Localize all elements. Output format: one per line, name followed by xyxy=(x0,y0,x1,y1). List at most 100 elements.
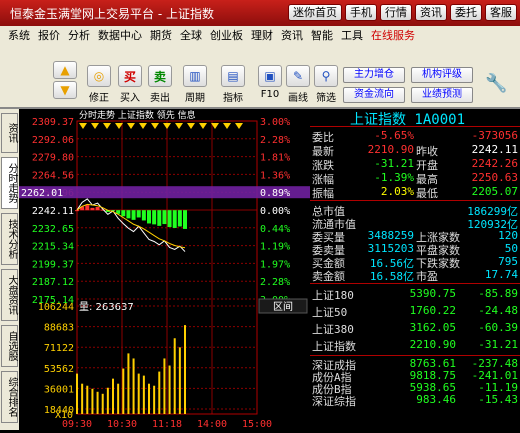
tab-watchlist[interactable]: 自选股 xyxy=(1,325,18,367)
strength-bar xyxy=(162,210,167,225)
time-tick-label: 11:18 xyxy=(152,419,182,430)
order-button[interactable]: 委托 xyxy=(450,4,482,21)
index-price: 983.46 xyxy=(416,393,456,406)
price-tick-label: 2264.56 xyxy=(32,170,74,181)
sell-label: 卖出 xyxy=(150,93,170,104)
toolbar-f10[interactable]: ▣ F10 xyxy=(255,65,285,100)
menu-bar: 系统 报价 分析 数据中心 期货 全球 创业板 理财 资讯 智能 工具 在线服务 xyxy=(0,26,520,43)
divider xyxy=(310,283,520,284)
mini-home-button[interactable]: 迷你首页 xyxy=(288,4,342,21)
index-name: 上证180 xyxy=(312,289,354,302)
price-tick-label: 2215.34 xyxy=(32,242,74,253)
menu-data-center[interactable]: 数据中心 xyxy=(98,27,142,43)
filter-label: 筛选 xyxy=(316,93,336,104)
tab-technical[interactable]: 技术分析 xyxy=(1,213,18,265)
volume-bar xyxy=(178,347,181,414)
price-tick-label: 2279.80 xyxy=(32,153,74,164)
menu-wealth[interactable]: 理财 xyxy=(251,27,273,43)
intraday-chart[interactable]: 分时走势 上证指数 领先 信息 2309.37 3.00% 2292.06 2.28% 2… xyxy=(19,109,310,430)
toolbar-sell[interactable]: 卖 卖出 xyxy=(145,65,175,104)
price-tick-label: 2232.65 xyxy=(32,224,74,235)
quote-value: 2.03% xyxy=(380,185,414,198)
stat-value: 3488259 xyxy=(367,229,414,242)
pct-tick-label: 2.28% xyxy=(260,277,290,288)
volume-bar xyxy=(101,393,104,414)
fund-flow-select[interactable]: 资金流向 xyxy=(343,87,405,103)
event-marker xyxy=(79,123,87,129)
time-tick-label: 10:30 xyxy=(107,419,137,430)
volume-bar xyxy=(86,385,89,414)
quote-value: 2242.11 xyxy=(471,143,518,156)
stat-value: 3115203 xyxy=(367,242,414,255)
menu-smart[interactable]: 智能 xyxy=(311,27,333,43)
service-button[interactable]: 客服 xyxy=(485,4,517,21)
menu-gem[interactable]: 创业板 xyxy=(210,27,243,43)
menu-global[interactable]: 全球 xyxy=(180,27,202,43)
index-price: 2210.90 xyxy=(409,338,456,351)
strength-bar xyxy=(95,206,100,211)
f10-icon: ▣ xyxy=(258,65,282,87)
tab-news[interactable]: 资讯 xyxy=(1,113,18,153)
toolbar-indicator[interactable]: ▤ 指标 xyxy=(218,65,248,104)
volume-bar xyxy=(76,373,78,414)
chart-svg[interactable]: 分时走势 上证指数 领先 信息 2309.37 3.00% 2292.06 2.28% 2… xyxy=(19,109,310,430)
menu-tools[interactable]: 工具 xyxy=(341,27,363,43)
index-change: -60.39 xyxy=(478,321,518,334)
menu-futures[interactable]: 期货 xyxy=(150,27,172,43)
forecast-select[interactable]: 业绩预测 xyxy=(411,87,473,103)
strength-bar xyxy=(147,210,151,224)
vol-tick-label: 71122 xyxy=(44,343,74,354)
price-tick-label: 2292.06 xyxy=(32,135,74,146)
menu-news[interactable]: 资讯 xyxy=(281,27,303,43)
title-buttons: 迷你首页 手机 行情 资讯 委托 客服 xyxy=(285,4,517,21)
toolbar-period[interactable]: ▥ 周期 xyxy=(180,65,210,104)
rating-select[interactable]: 机构评级 xyxy=(411,67,473,83)
pct-tick-label: 1.19% xyxy=(260,242,290,253)
index-price: 3162.05 xyxy=(409,321,456,334)
toolbar-fix[interactable]: ◎ 修正 xyxy=(84,65,114,104)
menu-online-service[interactable]: 在线服务 xyxy=(371,27,415,43)
volume-bar xyxy=(168,365,171,414)
quote-value: 2250.63 xyxy=(471,171,518,184)
tab-ranking[interactable]: 综合排名 xyxy=(1,371,18,423)
event-marker xyxy=(139,123,147,129)
stat-value: 17.74 xyxy=(484,268,518,281)
index-name: 上证指数 xyxy=(312,340,356,353)
pct-tick-label: 0.00% xyxy=(260,206,290,217)
main-force-select[interactable]: 主力增仓 xyxy=(343,67,405,83)
index-name: 上证380 xyxy=(312,323,354,336)
tab-intraday[interactable]: 分时走势 xyxy=(1,157,18,209)
crosshair-price: 2262.01 xyxy=(21,188,63,199)
up-arrow-icon[interactable]: ▲ xyxy=(53,61,77,79)
toolbar-buy[interactable]: 买 买入 xyxy=(115,65,145,104)
index-change: -31.21 xyxy=(478,338,518,351)
strength-bar xyxy=(131,210,136,220)
quotes-button[interactable]: 行情 xyxy=(380,4,412,21)
menu-quotes[interactable]: 报价 xyxy=(38,27,60,43)
title-bar: 恒泰金玉满堂网上交易平台 - 上证指数 迷你首页 手机 行情 资讯 委托 客服 xyxy=(0,0,520,26)
menu-system[interactable]: 系统 xyxy=(8,27,30,43)
price-tick-label: 2187.12 xyxy=(32,277,74,288)
divider xyxy=(310,126,520,127)
down-arrow-icon[interactable]: ▼ xyxy=(53,81,77,99)
volume-bar xyxy=(106,387,109,414)
tab-market-news[interactable]: 大盘资讯 xyxy=(1,269,18,321)
fix-label: 修正 xyxy=(89,93,109,104)
divider xyxy=(310,355,520,356)
price-tick-label: 2242.11 xyxy=(32,206,74,217)
volume-bar xyxy=(148,383,150,414)
stat-value: 16.58亿 xyxy=(369,270,414,283)
toolbar-filter[interactable]: ⚲ 筛选 xyxy=(311,65,341,104)
wrench-icon[interactable]: 🔧 xyxy=(485,73,507,94)
toolbar-up[interactable]: ▲ ▼ xyxy=(50,61,80,99)
time-tick-label: 15:00 xyxy=(242,419,272,430)
menu-analysis[interactable]: 分析 xyxy=(68,27,90,43)
phone-button[interactable]: 手机 xyxy=(345,4,377,21)
news-button[interactable]: 资讯 xyxy=(415,4,447,21)
strength-bar xyxy=(136,210,141,218)
quote-value: 2210.90 xyxy=(367,143,414,156)
event-marker xyxy=(103,123,111,129)
crosshair-pct: 0.89% xyxy=(260,188,290,199)
toolbar-draw-line[interactable]: ✎ 画线 xyxy=(283,65,313,104)
vol-tick-label: 36001 xyxy=(44,384,74,395)
